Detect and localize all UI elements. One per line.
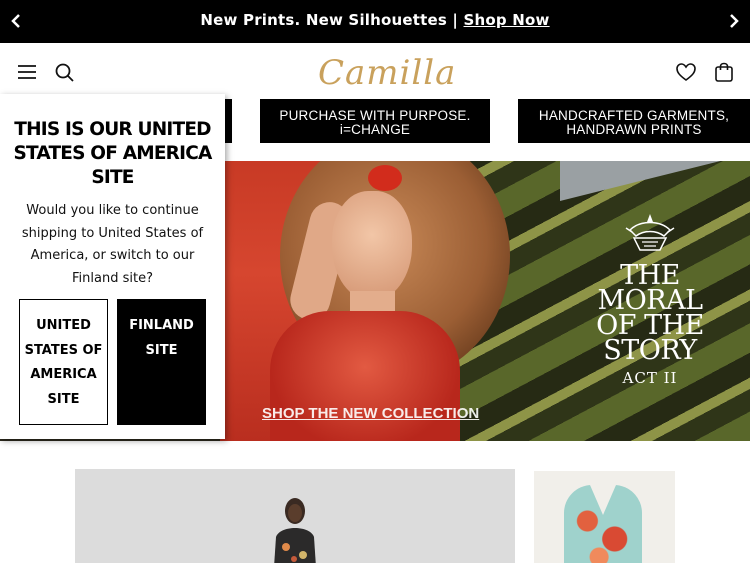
shop-new-collection-link[interactable]: SHOP THE NEW COLLECTION: [262, 405, 479, 422]
wishlist-heart-icon[interactable]: [675, 61, 697, 83]
product-model-figure: [274, 498, 316, 563]
crest-icon: [625, 214, 675, 251]
chevron-right-icon[interactable]: [724, 11, 744, 31]
hero-flower: [368, 165, 402, 191]
united-states-site-button[interactable]: UNITED STATES OF AMERICA SITE: [19, 299, 108, 425]
popup-body: Would you like to continue shipping to U…: [21, 203, 204, 286]
announcement-text: New Prints. New Silhouettes |: [200, 11, 464, 29]
hero-story-title: THE MORAL OF THE STORY ACT II: [590, 262, 710, 389]
site-header: Camilla: [0, 43, 750, 99]
product-card-image-1[interactable]: [75, 469, 515, 563]
hero-title-line-4: STORY: [603, 335, 697, 366]
country-selector-popup: THIS IS OUR UNITED STATES OF AMERICA SIT…: [0, 94, 225, 439]
finland-site-button[interactable]: FINLAND SITE: [117, 299, 206, 425]
shopping-bag-icon[interactable]: [713, 61, 735, 83]
product-card-image-2[interactable]: [534, 471, 675, 563]
hero-subtitle: ACT II: [622, 369, 678, 387]
popup-title: THIS IS OUR UNITED STATES OF AMERICA SIT…: [13, 119, 212, 188]
menu-icon[interactable]: [16, 61, 38, 83]
category-tile-handcrafted-garments[interactable]: HANDCRAFTED GARMENTS, HANDRAWN PRINTS: [518, 99, 750, 143]
shop-now-link[interactable]: Shop Now: [464, 11, 550, 29]
search-icon[interactable]: [53, 61, 75, 83]
category-tile-purchase-with-purpose[interactable]: PURCHASE WITH PURPOSE. i=CHANGE: [260, 99, 490, 143]
camilla-logo[interactable]: Camilla: [318, 51, 455, 95]
hero-model-face: [332, 191, 412, 301]
announcement-bar: New Prints. New Silhouettes | Shop Now: [0, 0, 750, 43]
announcement-message: New Prints. New Silhouettes | Shop Now: [0, 11, 750, 29]
